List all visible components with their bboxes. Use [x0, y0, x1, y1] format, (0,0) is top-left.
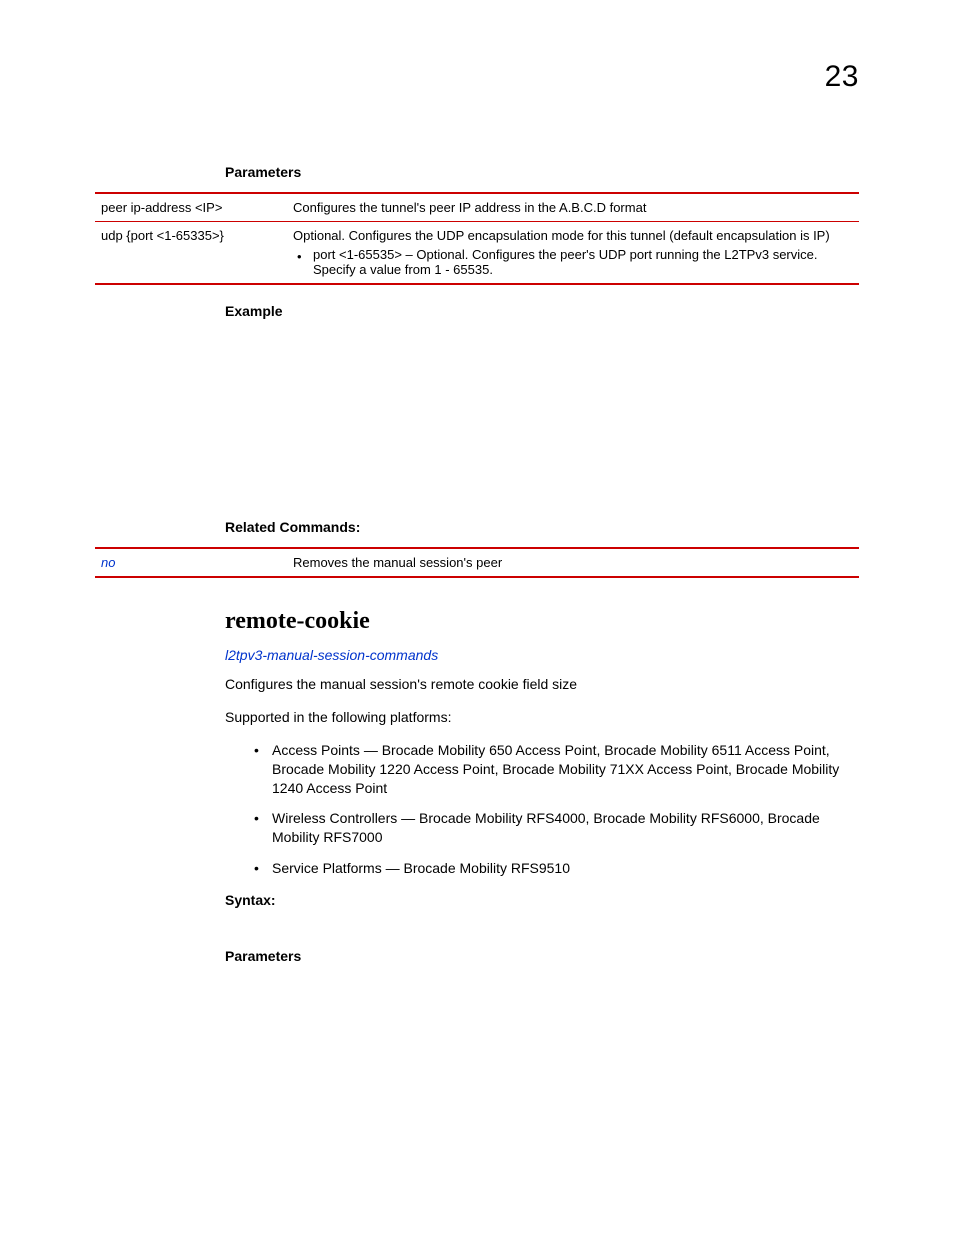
platform-list: Access Points — Brocade Mobility 650 Acc…	[250, 741, 859, 878]
document-page: 23 Parameters peer ip-address <IP> Confi…	[0, 0, 954, 1076]
list-item: Wireless Controllers — Brocade Mobility …	[250, 809, 859, 847]
table-row: no Removes the manual session's peer	[95, 548, 859, 577]
page-number: 23	[95, 60, 859, 94]
command-parent-link[interactable]: l2tpv3-manual-session-commands	[225, 647, 859, 663]
parameters-heading: Parameters	[225, 164, 859, 180]
related-command-link[interactable]: no	[95, 548, 287, 577]
param-desc: Configures the tunnel's peer IP address …	[287, 193, 859, 222]
param-name: peer ip-address <IP>	[95, 193, 287, 222]
related-command-desc: Removes the manual session's peer	[287, 548, 859, 577]
param-name: udp {port <1-65335>}	[95, 222, 287, 285]
parameters-table: peer ip-address <IP> Configures the tunn…	[95, 192, 859, 285]
example-heading: Example	[225, 303, 859, 319]
related-commands-heading: Related Commands:	[225, 519, 859, 535]
param-desc-bullet: • port <1-65535> – Optional. Configures …	[293, 247, 853, 277]
parameters-heading-2: Parameters	[225, 948, 859, 964]
param-desc-bullet-text: port <1-65535> – Optional. Configures th…	[313, 247, 817, 277]
table-row: peer ip-address <IP> Configures the tunn…	[95, 193, 859, 222]
list-item: Access Points — Brocade Mobility 650 Acc…	[250, 741, 859, 798]
table-row: udp {port <1-65335>} Optional. Configure…	[95, 222, 859, 285]
param-desc-line: Optional. Configures the UDP encapsulati…	[293, 228, 853, 243]
command-title: remote-cookie	[225, 608, 859, 635]
command-description: Configures the manual session's remote c…	[225, 675, 859, 694]
param-desc: Optional. Configures the UDP encapsulati…	[287, 222, 859, 285]
syntax-heading: Syntax:	[225, 892, 859, 908]
related-commands-table: no Removes the manual session's peer	[95, 547, 859, 578]
bullet-dot-icon: •	[297, 249, 302, 264]
list-item: Service Platforms — Brocade Mobility RFS…	[250, 859, 859, 878]
supported-platforms-intro: Supported in the following platforms:	[225, 708, 859, 727]
